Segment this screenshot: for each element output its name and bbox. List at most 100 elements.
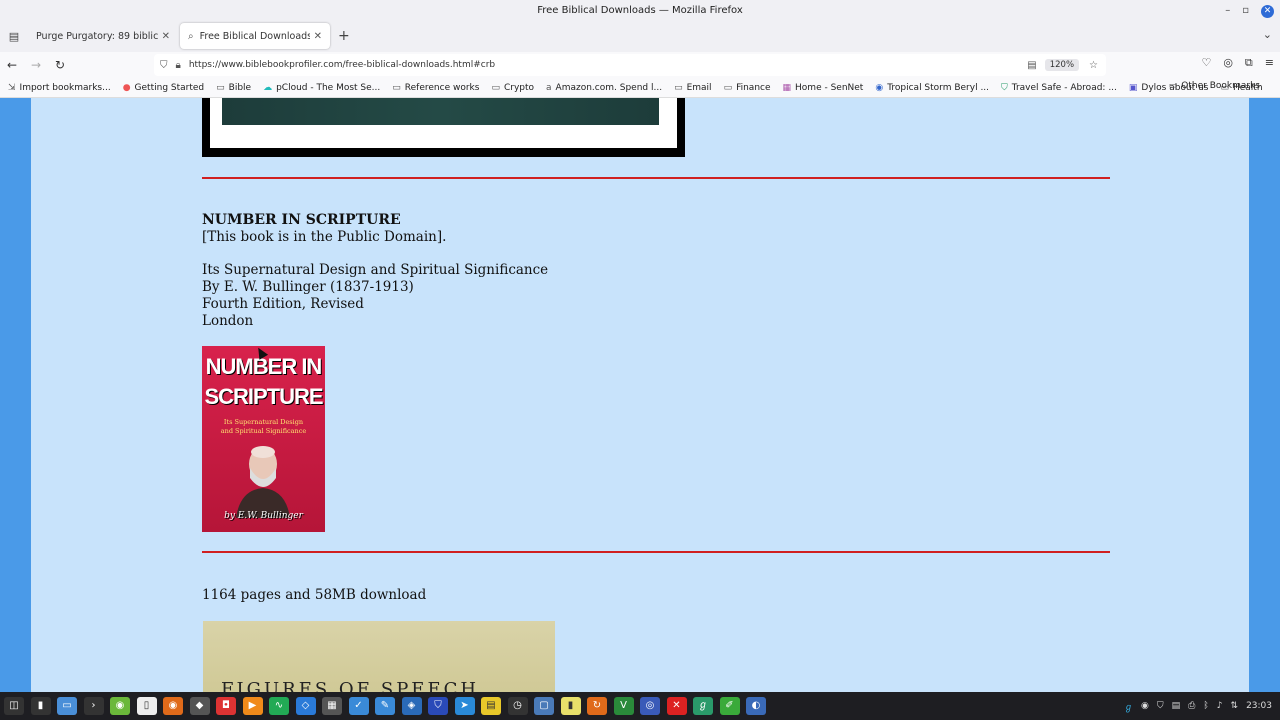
bookmark-item[interactable]: a Amazon.com. Spend l...	[546, 83, 662, 93]
next-book-cover-image[interactable]: FIGURES OF SPEECH	[203, 621, 555, 692]
vpn-icon[interactable]: ◈	[401, 697, 422, 715]
bookmark-item[interactable]: ▭ Reference works	[392, 83, 479, 93]
tab-bar: ▤ Purge Purgatory: 89 biblical re ✕ ⌕ Fr…	[0, 22, 1280, 50]
portrait-illustration	[236, 446, 290, 518]
maximize-icon[interactable]: ▫	[1242, 0, 1249, 22]
dropbox-icon[interactable]: ◇	[295, 697, 316, 715]
reader-view-icon[interactable]: ▤	[1027, 60, 1036, 71]
page-viewport[interactable]: NUMBER IN SCRIPTURE [This book is in the…	[0, 98, 1280, 692]
app-icon[interactable]: ℊ	[693, 697, 713, 715]
chevron-down-icon[interactable]: ⌄	[1263, 28, 1272, 41]
previous-book-image[interactable]	[202, 98, 685, 157]
clock[interactable]: 23:03	[1246, 701, 1272, 711]
shield-icon[interactable]: ⛉	[160, 60, 168, 71]
system-tray: ℊ ◉ ⛉ ▤ ⎙ ᛒ ♪ ⇅ 23:03	[1124, 692, 1272, 720]
files-icon[interactable]: ▭	[57, 697, 77, 715]
book-subtitle: Its Supernatural Design and Spiritual Si…	[202, 262, 549, 278]
vim-icon[interactable]: V	[613, 697, 634, 715]
divider	[202, 177, 1110, 179]
image-frame	[210, 98, 677, 148]
terminal-icon[interactable]: ›	[83, 697, 104, 715]
firefox-icon[interactable]: ◉	[163, 697, 183, 715]
bookmark-item[interactable]: ▦ Home - SenNet	[783, 83, 864, 93]
app-icon[interactable]: ◐	[746, 697, 766, 715]
divider	[202, 551, 1110, 553]
network-icon[interactable]: ⇅	[1231, 701, 1239, 711]
toolbar-icons: ♡ ◎ ⧉ ≡	[1201, 56, 1274, 70]
cover-subtitle-1: Its Supernatural Design	[223, 418, 304, 426]
shield-icon[interactable]: ⛉	[428, 697, 448, 715]
tab-close-icon[interactable]: ✕	[314, 31, 322, 42]
sennet-icon: ▦	[782, 82, 792, 93]
zoom-level[interactable]: 120%	[1044, 59, 1080, 71]
tab-free-biblical-downloads[interactable]: ⌕ Free Biblical Downloads ✕	[180, 23, 330, 49]
bluetooth-icon[interactable]: ᛒ	[1203, 701, 1208, 711]
app-icon[interactable]: ◎	[640, 697, 660, 715]
new-tab-icon[interactable]: +	[338, 28, 350, 44]
shield-icon[interactable]: ⛉	[1157, 701, 1164, 711]
book-author: By E. W. Bullinger (1837-1913)	[202, 279, 414, 295]
update-icon[interactable]: ◉	[1141, 701, 1149, 711]
notes-icon[interactable]: ▤	[481, 697, 501, 715]
lock-icon[interactable]: 🔒︎	[176, 60, 181, 71]
account-icon[interactable]: ◎	[1223, 56, 1233, 70]
bookmark-item[interactable]: ● Getting Started	[123, 83, 204, 93]
book-title: NUMBER IN SCRIPTURE	[202, 212, 401, 228]
bookmark-item[interactable]: ☁ pCloud - The Most Se...	[263, 83, 380, 93]
checkmark-icon[interactable]: ✓	[348, 697, 369, 715]
volume-icon[interactable]: ♪	[1217, 701, 1223, 711]
folder-icon: ▭	[392, 82, 401, 93]
document-icon[interactable]: ▯	[136, 697, 157, 715]
tab-list-icon[interactable]: ▤	[0, 30, 28, 43]
refresh-app-icon[interactable]: ↻	[587, 697, 607, 715]
clock-icon[interactable]: ◷	[507, 697, 528, 715]
clipboard-icon[interactable]: ▤	[1172, 701, 1181, 711]
app-icon[interactable]: ◆	[189, 697, 210, 715]
terminal-icon[interactable]: ▮	[30, 697, 51, 715]
url-bar[interactable]: ⛉ 🔒︎ https://www.biblebookprofiler.com/f…	[154, 54, 1106, 76]
other-bookmarks[interactable]: ▭ Other Bookmarks	[1169, 81, 1260, 91]
menu-icon[interactable]: ≡	[1265, 56, 1274, 70]
bookmark-item[interactable]: ▭ Crypto	[491, 83, 534, 93]
import-icon: ⇲	[8, 82, 16, 93]
bookmark-item[interactable]: ⇲ Import bookmarks...	[8, 83, 111, 93]
tab-title: Free Biblical Downloads	[199, 30, 310, 42]
bookmark-item[interactable]: ◉ Tropical Storm Beryl ...	[875, 83, 989, 93]
tab-close-icon[interactable]: ✕	[162, 31, 170, 42]
tab-title: Purge Purgatory: 89 biblical re	[36, 30, 158, 42]
globe-icon: ◉	[875, 82, 884, 93]
bookmark-item[interactable]: ▭ Finance	[724, 83, 771, 93]
start-menu-icon[interactable]: ◫	[4, 697, 24, 715]
tab-purge-purgatory[interactable]: Purge Purgatory: 89 biblical re ✕	[28, 23, 178, 49]
pen-icon[interactable]: ✐	[719, 697, 740, 715]
telegram-icon[interactable]: ➤	[454, 697, 475, 715]
extensions-icon[interactable]: ⧉	[1245, 56, 1253, 70]
app-icon[interactable]: ▢	[534, 697, 554, 715]
edit-icon[interactable]: ✎	[375, 697, 395, 715]
window-controls: – ▫ ✕	[1225, 0, 1274, 22]
star-icon[interactable]: ☆	[1089, 60, 1098, 71]
sticky-notes-icon[interactable]: ▮	[560, 697, 581, 715]
bookmark-item[interactable]: ▭ Email	[674, 83, 712, 93]
play-icon[interactable]: ▶	[242, 697, 263, 715]
calculator-icon[interactable]: ▦	[322, 697, 342, 715]
printer-icon[interactable]: ⎙	[1188, 701, 1195, 711]
app-tray-icon[interactable]: ℊ	[1124, 700, 1133, 713]
back-icon[interactable]: ←	[0, 58, 24, 72]
minimize-icon[interactable]: –	[1225, 0, 1230, 22]
bookmark-item[interactable]: ▭ Bible	[216, 83, 251, 93]
os-taskbar: ◫ ▮ ▭ › ◉ ▯ ◉ ◆ ◘ ▶ ∿ ◇ ▦ ✓ ✎ ◈ ⛉ ➤ ▤ ◷ …	[0, 692, 1280, 720]
navigation-toolbar: ← → ↻ ⛉ 🔒︎ https://www.biblebookprofiler…	[0, 52, 1280, 78]
monitor-icon[interactable]: ∿	[269, 697, 289, 715]
bookmark-item[interactable]: ⛉ Travel Safe - Abroad: ...	[1001, 83, 1117, 93]
close-window-icon[interactable]: ✕	[1261, 4, 1274, 18]
book-cover-image[interactable]: NUMBER IN SCRIPTURE Its Supernatural Des…	[202, 346, 325, 532]
app-icon[interactable]: ◘	[216, 697, 236, 715]
url-text[interactable]: https://www.biblebookprofiler.com/free-b…	[189, 60, 1027, 70]
pocket-icon[interactable]: ♡	[1201, 56, 1211, 70]
forward-icon[interactable]: →	[24, 58, 48, 72]
close-app-icon[interactable]: ✕	[666, 697, 687, 715]
folder-icon: ▭	[723, 82, 733, 93]
app-icon[interactable]: ◉	[110, 697, 130, 715]
reload-icon[interactable]: ↻	[48, 58, 72, 72]
